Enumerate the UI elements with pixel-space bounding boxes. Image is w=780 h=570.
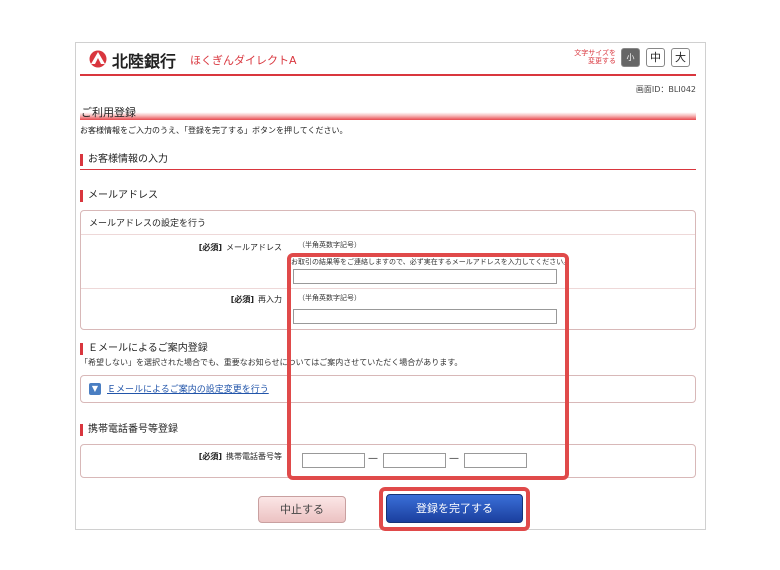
fontsize-small-button[interactable]: 小 xyxy=(621,48,640,67)
email-reenter-label: [必須] 再入力 xyxy=(90,294,282,305)
customer-section-title: お客様情報の入力 xyxy=(80,154,168,166)
page-title: ご利用登録 xyxy=(81,106,136,119)
cancel-button[interactable]: 中止する xyxy=(258,496,346,523)
customer-section-line xyxy=(80,169,696,170)
email-address-label: [必須] メールアドレス xyxy=(90,242,282,253)
bank-name: 北陸銀行 xyxy=(112,52,177,71)
phone-label-text: 携帯電話番号等 xyxy=(226,452,282,461)
phone-label: [必須] 携帯電話番号等 xyxy=(90,451,282,462)
email-label-text: メールアドレス xyxy=(226,243,282,252)
notify-settings-link[interactable]: Ｅメールによるご案内の設定変更を行う xyxy=(107,382,269,395)
required-tag: [必須] xyxy=(198,243,222,252)
required-tag: [必須] xyxy=(198,452,222,461)
fontsize-label: 文字サイズを 変更する xyxy=(570,49,616,65)
service-name: ほくぎんダイレクトA xyxy=(190,54,297,67)
email-format-hint: （半角英数字記号） xyxy=(298,241,361,249)
page-title-bar xyxy=(80,106,696,120)
screen-id: 画面ID：BLI042 xyxy=(635,85,696,94)
header-divider xyxy=(80,74,696,76)
chevron-down-icon[interactable]: ▼ xyxy=(89,383,101,395)
required-tag: [必須] xyxy=(230,295,254,304)
fontsize-label-line1: 文字サイズを xyxy=(574,49,616,57)
submit-button[interactable]: 登録を完了する xyxy=(386,494,523,523)
input-highlight-frame xyxy=(287,253,569,480)
reenter-label-text: 再入力 xyxy=(258,295,282,304)
phone-section-title: 携帯電話番号等登録 xyxy=(80,424,178,436)
email-box-divider xyxy=(81,234,695,235)
fontsize-label-line2: 変更する xyxy=(588,57,616,65)
page-instruction: お客様情報をご入力のうえ、「登録を完了する」ボタンを押してください。 xyxy=(80,126,348,135)
email-section-title: メールアドレス xyxy=(80,190,158,202)
fontsize-large-button[interactable]: 大 xyxy=(671,48,690,67)
email-box-title: メールアドレスの設定を行う xyxy=(89,219,207,229)
fontsize-medium-button[interactable]: 中 xyxy=(646,48,665,67)
notify-section-title: Ｅメールによるご案内登録 xyxy=(80,343,208,355)
hokuriku-bank-logo-icon xyxy=(89,50,107,68)
